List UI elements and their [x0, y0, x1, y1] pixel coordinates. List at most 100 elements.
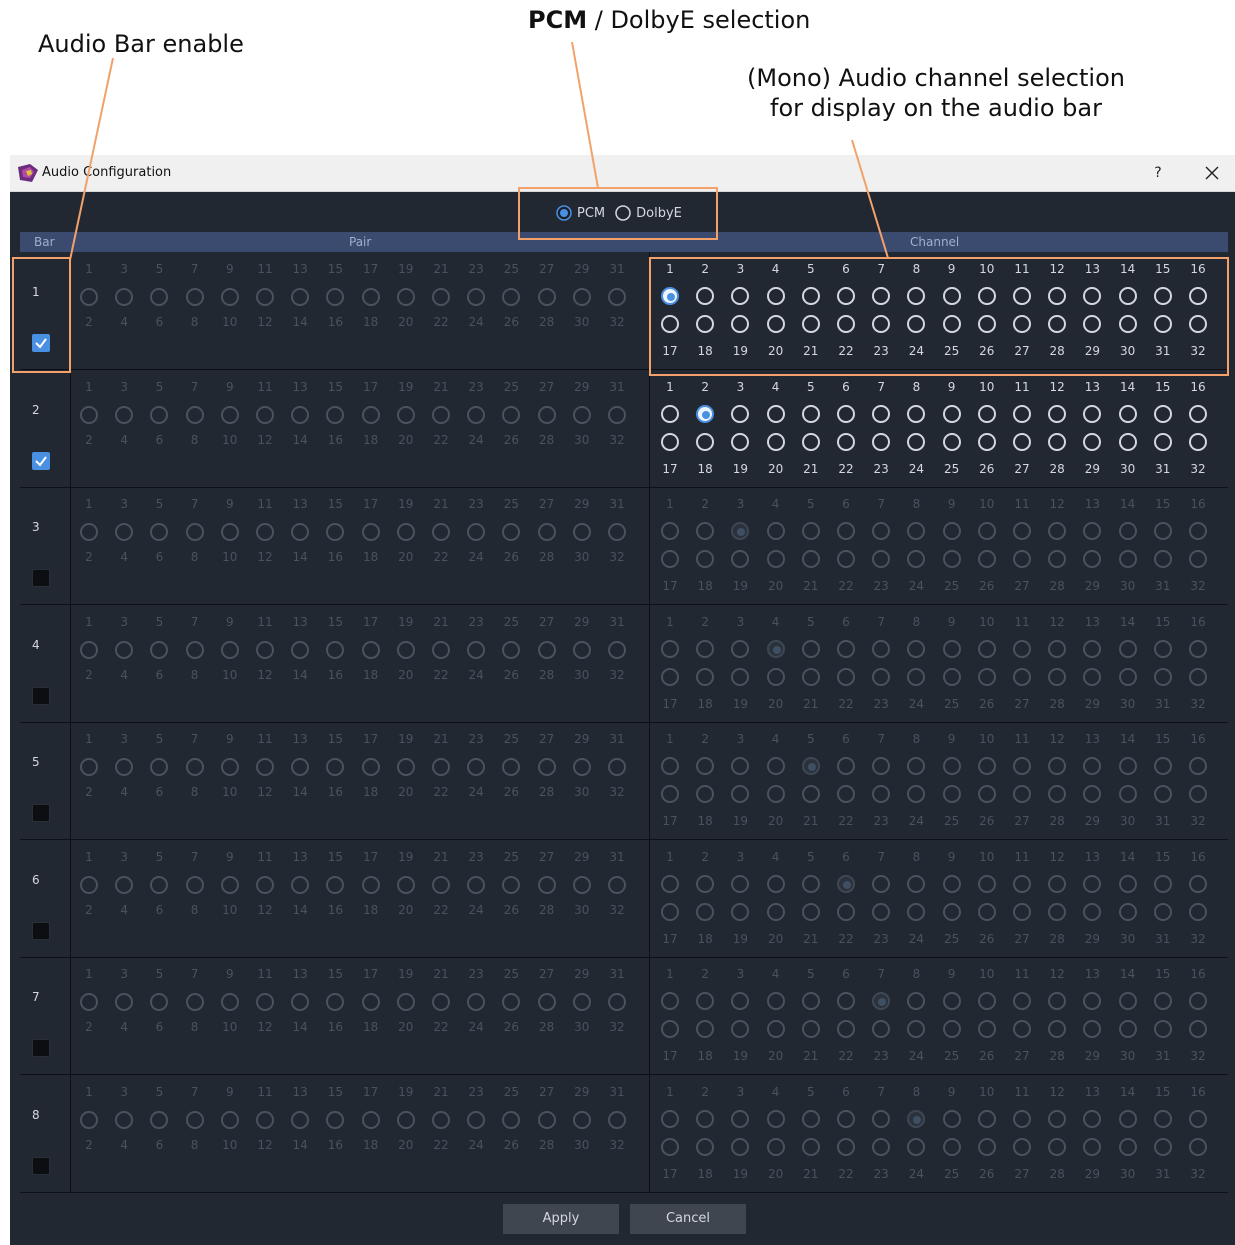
channel-radio[interactable]: [1048, 667, 1067, 686]
pair-radio[interactable]: [502, 1110, 521, 1129]
channel-radio[interactable]: [1153, 757, 1172, 775]
channel-radio[interactable]: [872, 992, 891, 1010]
channel-radio[interactable]: [1013, 1137, 1031, 1156]
pair-radio[interactable]: [432, 993, 450, 1011]
channel-radio[interactable]: [837, 992, 855, 1010]
channel-radio[interactable]: [801, 992, 820, 1010]
channel-radio[interactable]: [1013, 757, 1031, 775]
pair-radio[interactable]: [537, 1110, 556, 1129]
pair-radio[interactable]: [220, 993, 239, 1011]
bar-enable-checkbox[interactable]: [32, 921, 50, 940]
channel-radio[interactable]: [942, 522, 961, 540]
pair-radio[interactable]: [361, 993, 380, 1011]
pair-radio[interactable]: [467, 993, 486, 1011]
channel-radio[interactable]: [977, 432, 996, 451]
channel-radio[interactable]: [872, 639, 891, 658]
channel-radio[interactable]: [1189, 667, 1207, 686]
channel-radio[interactable]: [1048, 1109, 1067, 1128]
channel-radio[interactable]: [766, 902, 785, 921]
channel-radio[interactable]: [696, 667, 715, 686]
channel-radio[interactable]: [731, 404, 750, 423]
channel-radio[interactable]: [801, 432, 820, 451]
cancel-button[interactable]: Cancel: [630, 1204, 746, 1234]
pair-radio[interactable]: [432, 288, 450, 306]
channel-radio[interactable]: [1048, 404, 1067, 423]
channel-radio[interactable]: [1189, 874, 1207, 893]
bar-enable-checkbox[interactable]: [32, 804, 50, 822]
channel-radio[interactable]: [907, 639, 926, 658]
channel-radio[interactable]: [731, 902, 750, 921]
channel-radio[interactable]: [696, 1020, 715, 1038]
channel-radio[interactable]: [1189, 432, 1207, 451]
pair-radio[interactable]: [467, 1110, 486, 1129]
channel-radio[interactable]: [977, 992, 996, 1010]
pair-radio[interactable]: [115, 1110, 134, 1129]
channel-radio[interactable]: [731, 667, 750, 686]
channel-radio[interactable]: [1048, 432, 1067, 451]
channel-radio[interactable]: [661, 667, 679, 686]
channel-radio[interactable]: [801, 902, 820, 921]
channel-radio[interactable]: [1013, 1020, 1031, 1038]
pair-radio[interactable]: [185, 640, 204, 659]
channel-radio[interactable]: [661, 1109, 679, 1128]
pair-radio[interactable]: [326, 1110, 345, 1129]
pair-radio[interactable]: [115, 405, 134, 424]
channel-radio[interactable]: [766, 432, 785, 451]
channel-radio[interactable]: [1083, 522, 1102, 540]
channel-radio[interactable]: [977, 874, 996, 893]
channel-radio[interactable]: [696, 404, 715, 423]
channel-radio[interactable]: [696, 874, 715, 893]
pair-radio[interactable]: [467, 288, 486, 306]
channel-radio[interactable]: [731, 785, 750, 803]
channel-radio[interactable]: [837, 522, 855, 540]
channel-radio[interactable]: [1118, 667, 1137, 686]
pair-radio[interactable]: [467, 640, 486, 659]
pair-radio[interactable]: [150, 288, 169, 306]
channel-radio[interactable]: [1083, 432, 1102, 451]
pair-radio[interactable]: [256, 640, 274, 659]
channel-radio[interactable]: [837, 1020, 855, 1038]
pair-radio[interactable]: [80, 758, 98, 776]
channel-radio[interactable]: [1189, 522, 1207, 540]
pair-radio[interactable]: [150, 1110, 169, 1129]
pair-radio[interactable]: [608, 523, 626, 541]
pair-radio[interactable]: [150, 875, 169, 894]
channel-radio[interactable]: [1189, 639, 1207, 658]
channel-radio[interactable]: [942, 1020, 961, 1038]
channel-radio[interactable]: [1048, 550, 1067, 568]
pair-radio[interactable]: [432, 405, 450, 424]
channel-radio[interactable]: [1083, 757, 1102, 775]
pair-radio[interactable]: [361, 523, 380, 541]
channel-radio[interactable]: [731, 1109, 750, 1128]
channel-radio[interactable]: [1083, 874, 1102, 893]
channel-radio[interactable]: [1013, 639, 1031, 658]
pair-radio[interactable]: [502, 523, 521, 541]
channel-radio[interactable]: [872, 1137, 891, 1156]
pair-radio[interactable]: [608, 758, 626, 776]
pair-radio[interactable]: [185, 875, 204, 894]
pair-radio[interactable]: [256, 875, 274, 894]
channel-radio[interactable]: [731, 432, 750, 451]
channel-radio[interactable]: [837, 667, 855, 686]
channel-radio[interactable]: [837, 874, 855, 893]
channel-radio[interactable]: [907, 785, 926, 803]
pair-radio[interactable]: [396, 523, 415, 541]
pair-radio[interactable]: [502, 993, 521, 1011]
channel-radio[interactable]: [801, 1109, 820, 1128]
pair-radio[interactable]: [502, 758, 521, 776]
channel-radio[interactable]: [942, 992, 961, 1010]
pair-radio[interactable]: [361, 405, 380, 424]
channel-radio[interactable]: [1118, 432, 1137, 451]
pair-radio[interactable]: [467, 523, 486, 541]
channel-radio[interactable]: [1048, 1020, 1067, 1038]
channel-radio[interactable]: [872, 874, 891, 893]
pair-radio[interactable]: [150, 405, 169, 424]
pair-radio[interactable]: [537, 993, 556, 1011]
pair-radio[interactable]: [256, 993, 274, 1011]
channel-radio[interactable]: [1083, 1020, 1102, 1038]
channel-radio[interactable]: [696, 785, 715, 803]
pair-radio[interactable]: [467, 405, 486, 424]
channel-radio[interactable]: [1118, 902, 1137, 921]
channel-radio[interactable]: [942, 550, 961, 568]
channel-radio[interactable]: [837, 404, 855, 423]
